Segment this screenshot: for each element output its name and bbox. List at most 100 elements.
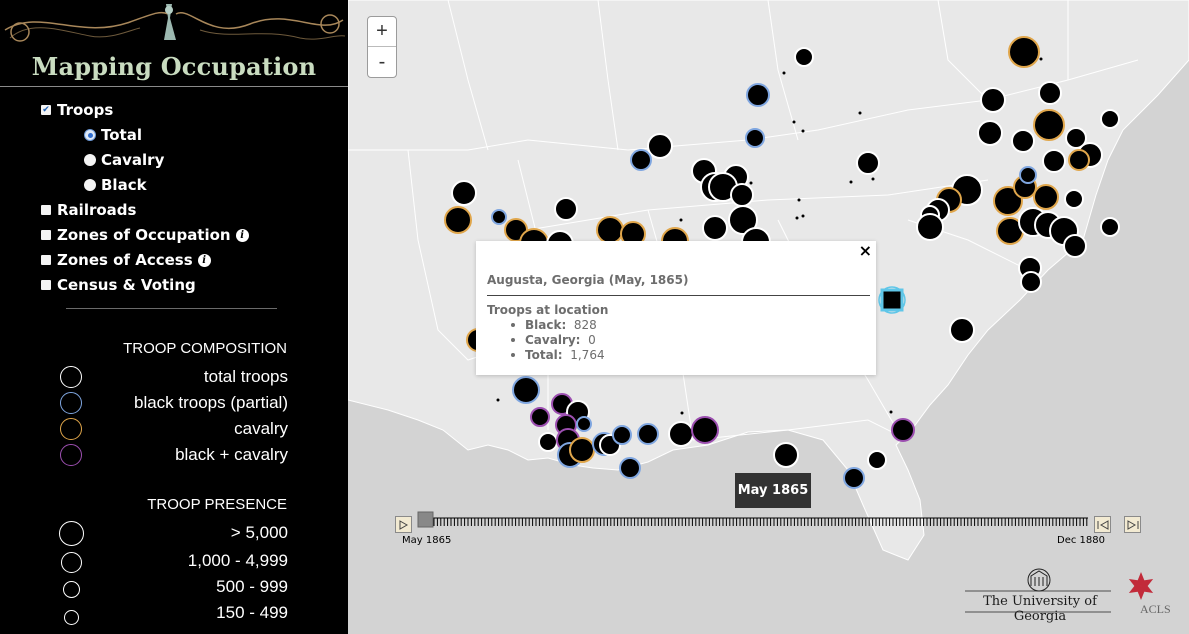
layer-troops-label: Troops	[57, 101, 114, 119]
uga-wordmark: The University of Georgia	[983, 594, 1097, 624]
troop-marker	[773, 442, 799, 468]
timeline-end-label: Dec 1880	[1057, 535, 1105, 546]
bullet-icon	[511, 322, 515, 327]
timeline-handle	[417, 511, 434, 528]
zones-access-checkbox[interactable]	[41, 255, 51, 265]
acls-wordmark: ACLS	[1140, 602, 1171, 616]
layer-census-voting[interactable]: Census & Voting	[41, 276, 196, 294]
troop-marker	[637, 423, 659, 445]
legend-size-swatch	[59, 521, 84, 546]
troop-marker	[794, 47, 814, 67]
popup-row-key: Black:	[525, 318, 567, 332]
map[interactable]: + - × Augusta, Georgia (May, 1865) Troop…	[348, 0, 1189, 634]
troop-marker	[1033, 109, 1065, 141]
troop-marker	[444, 206, 472, 234]
troop-marker	[512, 376, 540, 404]
cavalry-radio[interactable]	[84, 154, 96, 166]
troop-marker	[491, 209, 507, 225]
troop-marker	[1033, 184, 1059, 210]
legend-swatch-blue	[60, 392, 82, 414]
popup-row-value: 0	[588, 333, 596, 347]
legend-label: black troops (partial)	[133, 393, 288, 412]
legend-size-swatch	[63, 581, 80, 598]
troops-option-total[interactable]: Total	[84, 126, 142, 144]
info-icon[interactable]: i	[197, 253, 211, 267]
legend-row-black-troops: black troops (partial)	[58, 391, 288, 415]
troop-marker	[619, 457, 641, 479]
legend-size-swatch	[61, 552, 82, 573]
troop-marker	[630, 149, 652, 171]
legend-row-presence: > 5,000	[58, 521, 288, 546]
layer-railroads[interactable]: Railroads	[41, 201, 136, 219]
sidebar-divider	[66, 308, 277, 309]
current-date-tooltip: May 1865	[735, 473, 811, 508]
zoom-out-button[interactable]: -	[368, 48, 396, 78]
layer-troops[interactable]: ✔ Troops	[41, 101, 113, 119]
legend-label: total troops	[203, 367, 288, 386]
railroads-checkbox[interactable]	[41, 205, 51, 215]
troop-marker	[1068, 149, 1090, 171]
popup-row-value: 828	[573, 318, 597, 332]
popup-row-black: Black: 828	[511, 318, 597, 332]
troop-marker	[977, 120, 1003, 146]
layer-zones-of-access[interactable]: Zones of Access i	[41, 251, 211, 269]
popup-divider	[487, 295, 870, 296]
play-icon	[399, 519, 408, 530]
bullet-icon	[511, 337, 515, 342]
zoom-in-button[interactable]: +	[368, 17, 396, 47]
legend-row-black-cavalry: black + cavalry	[58, 443, 288, 467]
troop-marker	[596, 216, 624, 244]
popup-row-value: 1,764	[570, 348, 605, 362]
bullet-icon	[511, 352, 515, 357]
legend-label: 500 - 999	[216, 577, 288, 596]
troops-checkbox[interactable]: ✔	[41, 105, 51, 115]
zoom-controls: + -	[367, 16, 397, 78]
black-radio[interactable]	[84, 179, 96, 191]
troop-marker	[576, 416, 592, 432]
troop-marker	[1100, 109, 1120, 129]
legend-size-swatch	[64, 610, 79, 625]
troop-marker	[1019, 166, 1037, 184]
troop-marker	[691, 416, 719, 444]
troops-option-label: Total	[101, 126, 142, 144]
header-ornament	[4, 4, 346, 42]
troop-marker	[1100, 217, 1120, 237]
legend-label: cavalry	[234, 419, 288, 438]
troop-marker	[1042, 149, 1066, 173]
troop-marker	[1011, 129, 1035, 153]
zones-occupation-checkbox[interactable]	[41, 230, 51, 240]
troop-marker	[647, 133, 673, 159]
troop-marker	[1064, 189, 1084, 209]
step-back-button[interactable]	[1094, 516, 1111, 533]
step-forward-icon	[1127, 519, 1138, 530]
selected-location-marker	[880, 288, 904, 312]
location-popup: × Augusta, Georgia (May, 1865) Troops at…	[476, 241, 876, 375]
legend-label: 150 - 499	[216, 603, 288, 622]
popup-title: Augusta, Georgia (May, 1865)	[487, 273, 689, 287]
layer-census-voting-label: Census & Voting	[57, 276, 196, 294]
troops-option-black[interactable]: Black	[84, 176, 147, 194]
legend-label: black + cavalry	[175, 445, 288, 464]
legend-swatch-orange	[60, 418, 82, 440]
legend-row-presence: 500 - 999	[58, 575, 288, 599]
popup-row-key: Cavalry:	[525, 333, 581, 347]
troops-option-cavalry[interactable]: Cavalry	[84, 151, 164, 169]
troop-composition-heading: TROOP COMPOSITION	[123, 340, 287, 357]
timeline-track[interactable]	[416, 508, 1096, 536]
troop-marker	[530, 407, 550, 427]
legend-row-cavalry: cavalry	[58, 417, 288, 441]
troop-marker	[745, 128, 765, 148]
legend-row-presence: 1,000 - 4,999	[58, 549, 288, 573]
troop-marker	[856, 151, 880, 175]
popup-row-key: Total:	[525, 348, 563, 362]
legend-label: > 5,000	[230, 523, 288, 542]
layer-zones-of-occupation[interactable]: Zones of Occupation i	[41, 226, 249, 244]
step-forward-button[interactable]	[1124, 516, 1141, 533]
total-radio[interactable]	[84, 129, 96, 141]
app-title: Mapping Occupation	[31, 52, 317, 81]
play-button[interactable]	[395, 516, 412, 533]
info-icon[interactable]: i	[235, 228, 249, 242]
census-voting-checkbox[interactable]	[41, 280, 51, 290]
troop-marker	[1038, 81, 1062, 105]
close-icon[interactable]: ×	[859, 241, 872, 260]
